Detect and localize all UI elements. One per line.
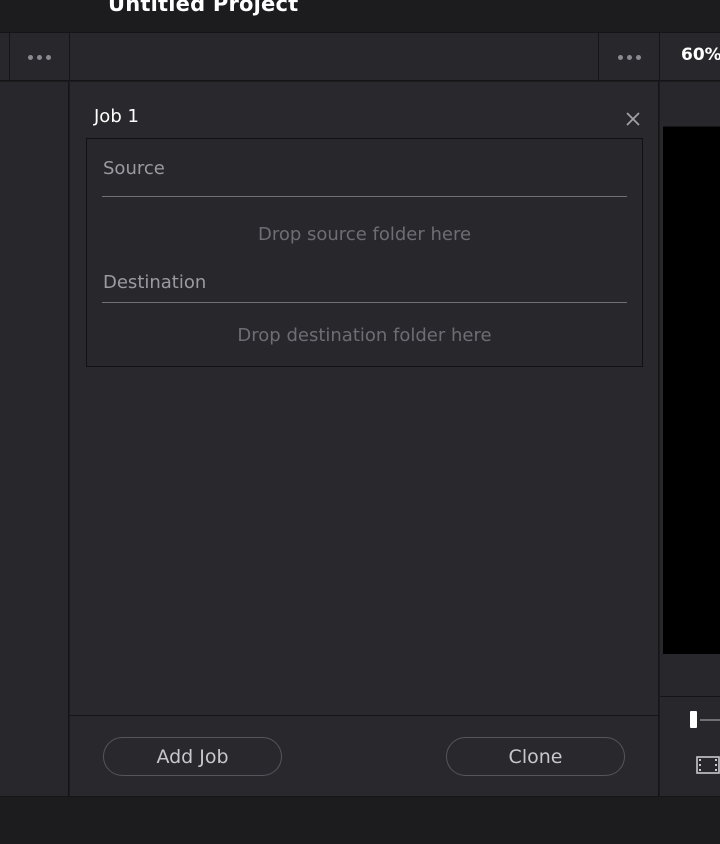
source-label: Source bbox=[103, 158, 165, 179]
job-title: Job 1 bbox=[94, 106, 139, 127]
source-divider bbox=[102, 196, 627, 197]
job-card: Source Drop source folder here Destinati… bbox=[86, 138, 643, 367]
dot bbox=[635, 54, 641, 60]
app-window: Untitled Project 60% Job 1 Source Drop s… bbox=[0, 0, 720, 844]
destination-drop-zone[interactable]: Drop destination folder here bbox=[102, 317, 627, 353]
dot bbox=[27, 54, 33, 60]
dot bbox=[626, 54, 632, 60]
source-drop-zone[interactable]: Drop source folder here bbox=[102, 216, 627, 252]
job-footer: Add Job Clone bbox=[70, 715, 659, 796]
title-bar: Untitled Project bbox=[0, 0, 720, 32]
project-title: Untitled Project bbox=[108, 0, 299, 16]
scrub-slider-handle[interactable] bbox=[690, 711, 697, 728]
close-icon[interactable] bbox=[623, 109, 643, 129]
add-job-button[interactable]: Add Job bbox=[103, 737, 282, 776]
toolbar-divider bbox=[69, 33, 70, 82]
filmstrip-icon[interactable] bbox=[696, 756, 720, 774]
toolbar-divider bbox=[9, 33, 10, 82]
clone-button[interactable]: Clone bbox=[446, 737, 625, 776]
job-panel: Job 1 Source Drop source folder here Des… bbox=[70, 82, 659, 796]
right-more-options-icon[interactable] bbox=[611, 47, 647, 67]
viewer-divider bbox=[660, 696, 720, 697]
destination-divider bbox=[102, 302, 627, 303]
toolbar-divider bbox=[659, 33, 660, 82]
dot bbox=[45, 54, 51, 60]
viewer-panel bbox=[660, 82, 720, 796]
left-more-options-icon[interactable] bbox=[21, 47, 57, 67]
dot bbox=[36, 54, 42, 60]
dot bbox=[617, 54, 623, 60]
toolbar-divider bbox=[598, 33, 599, 82]
viewer-canvas bbox=[663, 126, 720, 654]
scrub-slider-track[interactable] bbox=[700, 719, 720, 721]
status-bar bbox=[0, 796, 720, 844]
destination-label: Destination bbox=[103, 272, 207, 293]
top-toolbar bbox=[0, 32, 720, 82]
left-panel bbox=[0, 82, 69, 796]
zoom-level[interactable]: 60% bbox=[681, 45, 720, 65]
